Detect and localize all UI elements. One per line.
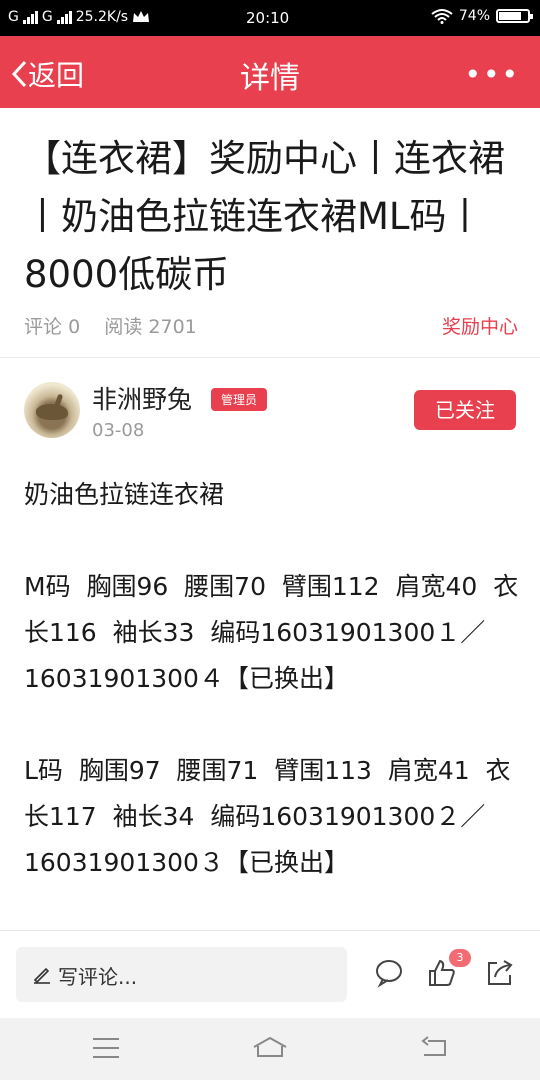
role-badge: 管理员 bbox=[211, 388, 268, 411]
signal-icon-2 bbox=[56, 10, 72, 24]
battery-percent: 74% bbox=[458, 8, 490, 24]
carrier-1: G bbox=[8, 9, 19, 25]
bottom-action-bar: 写评论... 3 bbox=[0, 930, 540, 1019]
page-title: 详情 bbox=[240, 61, 300, 96]
pencil-icon bbox=[33, 967, 50, 984]
comments-label: 评论 bbox=[24, 316, 63, 338]
article-meta: 评论 0 阅读 2701 奖励中心 bbox=[24, 312, 518, 339]
post-date: 03-08 bbox=[92, 420, 145, 441]
home-icon[interactable] bbox=[252, 1036, 288, 1060]
wifi-icon bbox=[431, 9, 453, 24]
clock: 20:10 bbox=[246, 9, 290, 27]
comment-input[interactable]: 写评论... bbox=[16, 947, 347, 1002]
menu-icon[interactable] bbox=[92, 1036, 120, 1060]
comment-placeholder: 写评论... bbox=[58, 965, 138, 989]
network-speed: 25.2K/s bbox=[75, 9, 129, 25]
reads-label: 阅读 bbox=[104, 316, 143, 338]
carrier-2: G bbox=[41, 9, 53, 25]
article-title: 【连衣裙】奖励中心丨连衣裙丨奶油色拉链连衣裙ML码丨8000低碳币 bbox=[24, 137, 505, 296]
divider bbox=[0, 357, 540, 358]
body-paragraph: L码 胸围97 腰围71 臂围113 肩宽41 衣长117 袖长34 编码160… bbox=[24, 756, 511, 877]
status-bar: G G 25.2K/s 20:10 74% bbox=[0, 0, 540, 36]
reads-count: 2701 bbox=[148, 316, 197, 338]
signal-icon bbox=[22, 10, 38, 24]
article-body: 奶油色拉链连衣裙 M码 胸围96 腰围70 臂围112 肩宽40 衣长116 袖… bbox=[24, 472, 524, 886]
comment-bubble-icon[interactable] bbox=[374, 958, 404, 988]
comments-count: 0 bbox=[68, 316, 81, 338]
battery-icon bbox=[496, 9, 533, 23]
back-nav-icon[interactable] bbox=[420, 1036, 448, 1060]
category-link[interactable]: 奖励中心 bbox=[442, 312, 518, 339]
follow-button[interactable]: 已关注 bbox=[414, 390, 516, 430]
share-icon[interactable] bbox=[484, 958, 514, 988]
top-nav-bar: 返回 详情 ••• bbox=[0, 36, 540, 108]
crown-icon bbox=[133, 11, 150, 22]
like-count-badge: 3 bbox=[449, 949, 471, 967]
body-paragraph: M码 胸围96 腰围70 臂围112 肩宽40 衣长116 袖长33 编码160… bbox=[24, 572, 519, 693]
status-right: 74% bbox=[431, 8, 533, 24]
author-name[interactable]: 非洲野兔 bbox=[92, 380, 192, 416]
system-nav-bar bbox=[0, 1018, 540, 1080]
status-left: G G 25.2K/s bbox=[8, 9, 150, 25]
author-row: 非洲野兔 管理员 03-08 已关注 bbox=[24, 380, 518, 444]
avatar[interactable] bbox=[24, 382, 80, 438]
more-button[interactable]: ••• bbox=[464, 58, 520, 91]
body-paragraph: 奶油色拉链连衣裙 bbox=[24, 480, 225, 509]
